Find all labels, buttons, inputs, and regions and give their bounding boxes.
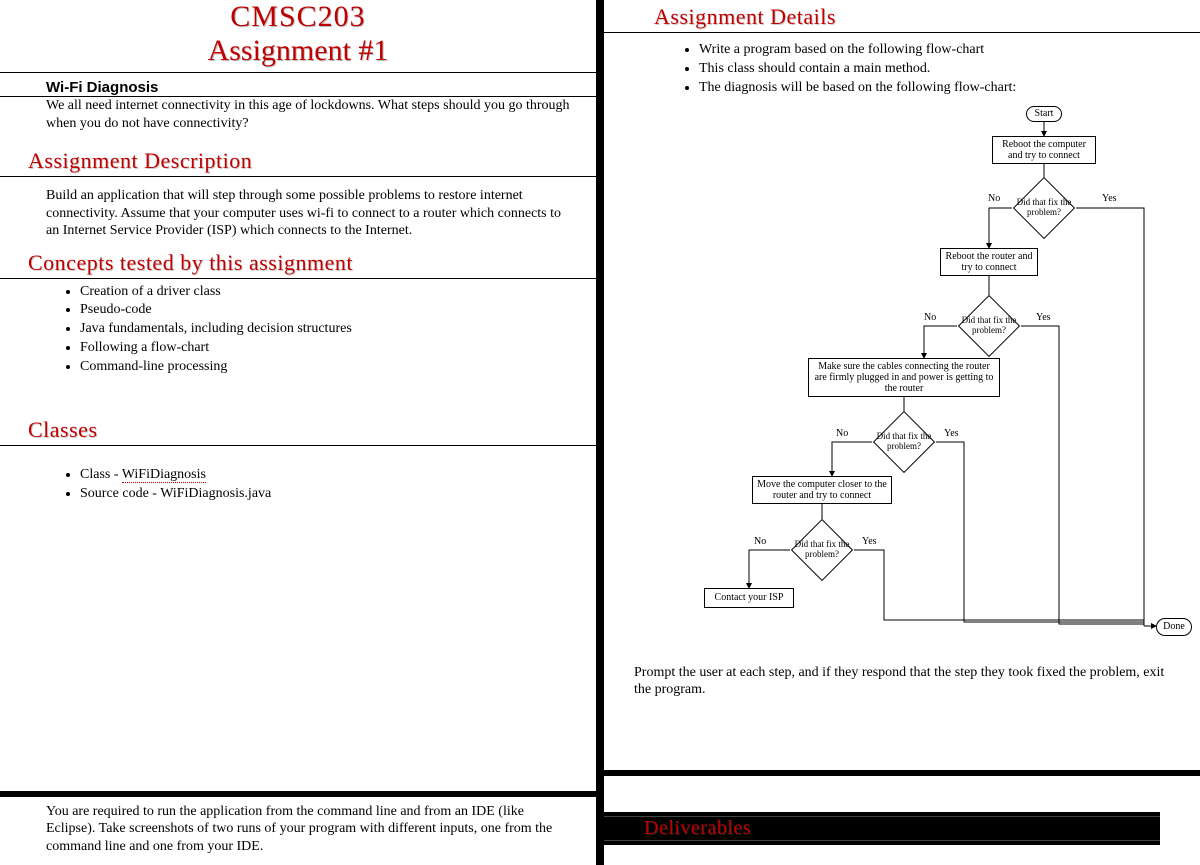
list-item: Command-line processing bbox=[80, 358, 576, 377]
details-heading: Assignment Details bbox=[604, 0, 1200, 33]
list-item: Write a program based on the following f… bbox=[699, 41, 1180, 60]
flow-done: Done bbox=[1156, 618, 1192, 636]
classes-heading: Classes bbox=[0, 415, 596, 446]
flow-step-check-cables: Make sure the cables connecting the rout… bbox=[808, 358, 1000, 397]
list-item: Source code - WiFiDiagnosis.java bbox=[80, 485, 576, 504]
flow-label-yes: Yes bbox=[862, 536, 877, 547]
deliverables-heading: Deliverables bbox=[604, 816, 1160, 841]
list-item: Java fundamentals, including decision st… bbox=[80, 320, 576, 339]
list-item: Class - WiFiDiagnosis bbox=[80, 466, 576, 485]
topic-heading: Wi-Fi Diagnosis bbox=[0, 79, 596, 97]
description-body: Build an application that will step thro… bbox=[0, 187, 596, 240]
flow-decision-4: Did that fix the problem? bbox=[790, 528, 854, 572]
class-prefix: Class - bbox=[80, 467, 122, 482]
flow-step-reboot-computer: Reboot the computer and try to connect bbox=[992, 136, 1096, 164]
flow-label-no: No bbox=[754, 536, 766, 547]
class-link[interactable]: WiFiDiagnosis bbox=[122, 467, 206, 483]
flow-decision-3: Did that fix the problem? bbox=[872, 420, 936, 464]
flow-start: Start bbox=[1026, 106, 1062, 122]
flow-label-no: No bbox=[988, 193, 1000, 204]
flow-step-reboot-router: Reboot the router and try to connect bbox=[940, 248, 1038, 276]
flow-label-no: No bbox=[836, 428, 848, 439]
footer-note: You are required to run the application … bbox=[0, 803, 596, 865]
flow-decision-1: Did that fix the problem? bbox=[1012, 186, 1076, 230]
topic-body: We all need internet connectivity in thi… bbox=[0, 97, 596, 132]
left-column: CMSC203 Assignment #1 Wi-Fi Diagnosis We… bbox=[0, 0, 596, 865]
flow-step-move-closer: Move the computer closer to the router a… bbox=[752, 476, 892, 504]
list-item: Creation of a driver class bbox=[80, 283, 576, 302]
flow-decision-2: Did that fix the problem? bbox=[957, 304, 1021, 348]
list-item: Following a flow-chart bbox=[80, 339, 576, 358]
flow-step-contact-isp: Contact your ISP bbox=[704, 588, 794, 608]
flow-label-no: No bbox=[924, 312, 936, 323]
course-title: CMSC203 bbox=[0, 0, 596, 34]
details-list: Write a program based on the following f… bbox=[604, 33, 1200, 98]
prompt-instruction: Prompt the user at each step, and if the… bbox=[604, 658, 1200, 699]
classes-list: Class - WiFiDiagnosis Source code - WiFi… bbox=[0, 446, 596, 504]
flowchart: Start Reboot the computer and try to con… bbox=[604, 98, 1200, 658]
right-column: Assignment Details Write a program based… bbox=[604, 0, 1200, 865]
concepts-list: Creation of a driver class Pseudo-code J… bbox=[0, 279, 596, 377]
concepts-heading: Concepts tested by this assignment bbox=[0, 248, 596, 279]
list-item: The diagnosis will be based on the follo… bbox=[699, 79, 1180, 98]
assignment-title: Assignment #1 bbox=[0, 34, 596, 68]
flow-label-yes: Yes bbox=[1102, 193, 1117, 204]
flow-label-yes: Yes bbox=[944, 428, 959, 439]
list-item: This class should contain a main method. bbox=[699, 60, 1180, 79]
list-item: Pseudo-code bbox=[80, 301, 576, 320]
deliverables-banner: Deliverables bbox=[604, 812, 1160, 845]
description-heading: Assignment Description bbox=[0, 146, 596, 177]
flow-label-yes: Yes bbox=[1036, 312, 1051, 323]
